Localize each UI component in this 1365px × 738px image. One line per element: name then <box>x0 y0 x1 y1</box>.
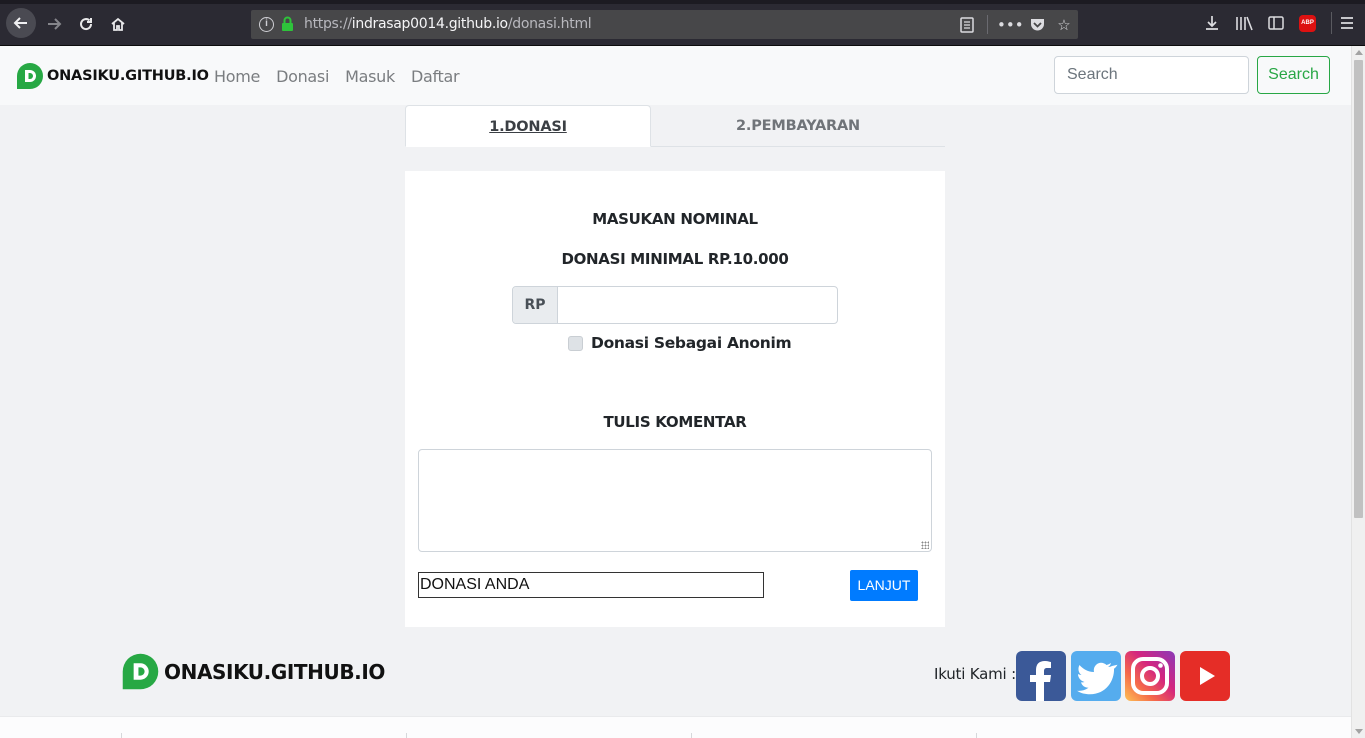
arrow-left-icon <box>13 17 27 29</box>
reload-button[interactable] <box>72 9 100 37</box>
follow-us-label: Ikuti Kami : <box>934 665 1016 683</box>
page-scrollbar[interactable] <box>1351 46 1365 738</box>
nav-links: Home Donasi Masuk Daftar <box>214 67 475 86</box>
brand-name: ONASIKU.GITHUB.IO <box>47 68 209 84</box>
home-button[interactable] <box>104 9 132 37</box>
toolbar-divider <box>1331 12 1332 34</box>
amount-input-group: RP <box>512 286 838 324</box>
footer-logo-icon <box>122 653 159 690</box>
comment-heading: TULIS KOMENTAR <box>603 413 747 431</box>
forward-button[interactable] <box>40 9 68 37</box>
home-icon <box>111 17 125 31</box>
pocket-icon[interactable] <box>1026 14 1048 36</box>
library-icon[interactable] <box>1232 11 1256 35</box>
search-input[interactable] <box>1054 56 1249 94</box>
resize-grip-icon[interactable] <box>921 541 929 549</box>
anonymous-checkbox[interactable] <box>568 335 583 351</box>
anonymous-option[interactable]: Donasi Sebagai Anonim <box>568 333 792 353</box>
url-prefix: https:// <box>304 16 352 32</box>
sidebar-icon[interactable] <box>1264 11 1288 35</box>
instagram-icon[interactable] <box>1125 651 1175 701</box>
url-path: /donasi.html <box>507 16 592 32</box>
scroll-down-arrow-icon[interactable] <box>1355 729 1363 734</box>
url-divider <box>987 15 988 34</box>
nav-link-masuk[interactable]: Masuk <box>345 67 395 86</box>
tab-strip <box>0 0 1365 4</box>
minimum-donation-heading: DONASI MINIMAL RP.10.000 <box>561 250 789 268</box>
navbar-brand[interactable]: ONASIKU.GITHUB.IO <box>15 62 209 90</box>
footer-divider <box>691 733 692 738</box>
youtube-icon[interactable] <box>1180 651 1230 701</box>
brand-logo-icon <box>17 63 43 89</box>
bookmark-star-icon[interactable]: ☆ <box>1053 14 1075 36</box>
footer-divider <box>121 733 122 738</box>
tab-pembayaran[interactable]: 2.PEMBAYARAN <box>651 105 945 147</box>
anonymous-label[interactable]: Donasi Sebagai Anonim <box>591 334 792 352</box>
footer-divider <box>406 733 407 738</box>
reader-view-icon[interactable] <box>957 14 977 36</box>
scroll-up-arrow-icon[interactable] <box>1355 50 1363 55</box>
lock-icon <box>282 16 293 31</box>
footer-bottom-band <box>0 716 1351 738</box>
url-text[interactable]: https://indrasap0014.github.io/donasi.ht… <box>304 16 592 32</box>
arrow-right-icon <box>48 18 62 30</box>
currency-addon: RP <box>513 287 558 323</box>
donation-display-field[interactable]: DONASI ANDA <box>418 572 764 598</box>
footer-brand[interactable]: ONASIKU.GITHUB.IO <box>120 651 385 692</box>
footer-brand-name: ONASIKU.GITHUB.IO <box>164 659 386 684</box>
nav-link-donasi[interactable]: Donasi <box>276 67 329 86</box>
search-button[interactable]: Search <box>1257 56 1330 94</box>
menu-icon[interactable] <box>1335 11 1359 35</box>
tab-donasi[interactable]: 1.DONASI <box>405 105 651 147</box>
browser-toolbar: i https://indrasap0014.github.io/donasi.… <box>0 0 1365 46</box>
page-viewport: ONASIKU.GITHUB.IO Home Donasi Masuk Daft… <box>0 46 1351 738</box>
amount-input[interactable] <box>558 287 837 323</box>
continue-button[interactable]: LANJUT <box>850 570 918 601</box>
scrollbar-thumb[interactable] <box>1354 60 1363 518</box>
donation-form-card: MASUKAN NOMINAL DONASI MINIMAL RP.10.000… <box>405 171 945 627</box>
downloads-icon[interactable] <box>1200 11 1224 35</box>
twitter-icon[interactable] <box>1071 651 1121 701</box>
reload-icon <box>80 18 93 31</box>
site-navbar: ONASIKU.GITHUB.IO Home Donasi Masuk Daft… <box>0 46 1351 105</box>
info-icon[interactable]: i <box>259 17 274 32</box>
nav-link-daftar[interactable]: Daftar <box>411 67 460 86</box>
adblock-icon[interactable]: ABP <box>1299 15 1316 32</box>
footer-divider <box>976 733 977 738</box>
more-actions-icon[interactable]: ••• <box>997 14 1024 36</box>
step-tabs: 1.DONASI 2.PEMBAYARAN <box>405 105 945 147</box>
nominal-heading: MASUKAN NOMINAL <box>592 210 758 228</box>
comment-textarea[interactable] <box>418 449 932 552</box>
back-button[interactable] <box>6 8 36 38</box>
facebook-icon[interactable] <box>1016 651 1066 701</box>
url-host: indrasap0014.github.io <box>351 16 508 32</box>
address-bar[interactable]: i https://indrasap0014.github.io/donasi.… <box>251 10 1078 39</box>
nav-link-home[interactable]: Home <box>214 67 260 86</box>
